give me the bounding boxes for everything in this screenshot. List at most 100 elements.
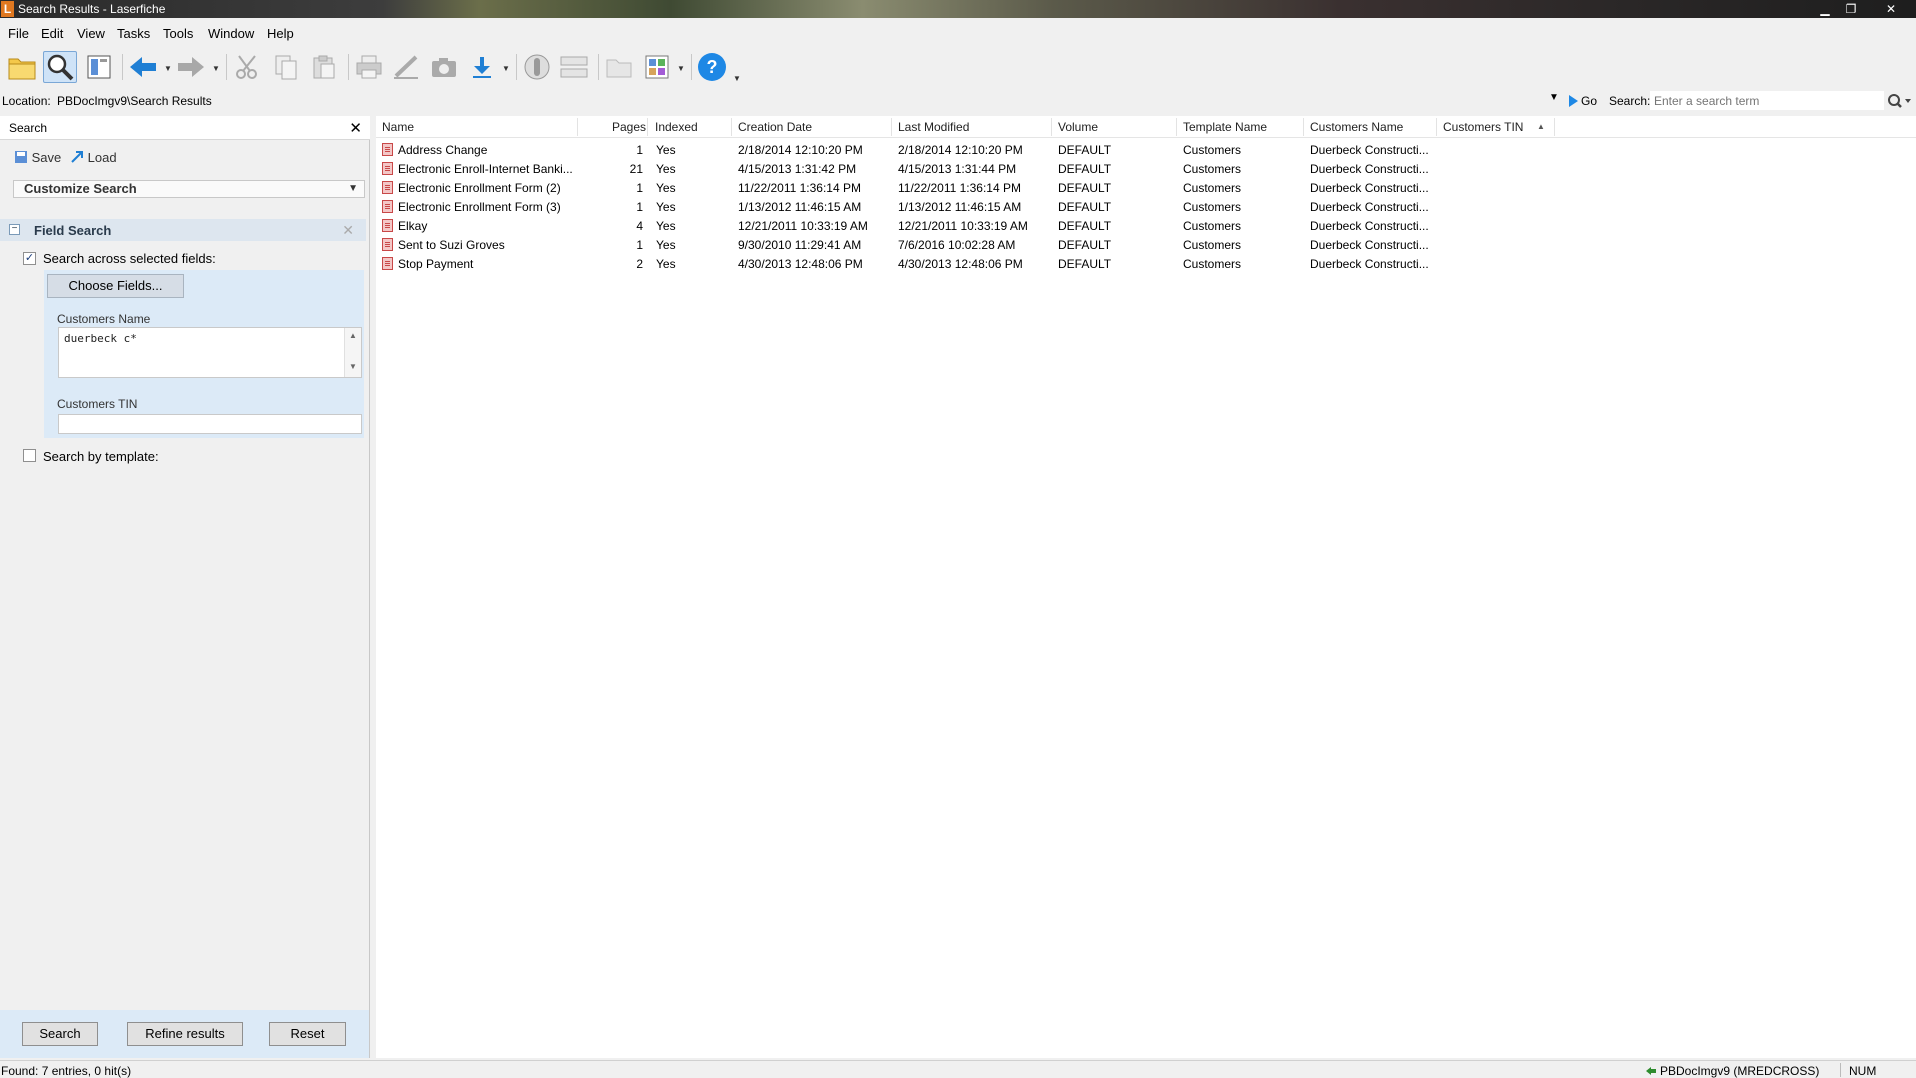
textarea-scrollbar[interactable]: ▲ ▼	[344, 328, 361, 377]
table-row[interactable]: Electronic Enroll-Internet Banki... 21 Y…	[376, 159, 1916, 178]
refine-results-button[interactable]: Refine results	[127, 1022, 243, 1046]
sort-ascending-icon: ▲	[1537, 122, 1545, 131]
load-search-icon	[71, 151, 83, 163]
location-path[interactable]: PBDocImgv9\Search Results	[57, 94, 212, 108]
cell-template-name: Customers	[1183, 238, 1242, 252]
thumbnails-icon[interactable]	[557, 51, 591, 83]
cut-icon[interactable]	[231, 51, 265, 83]
field-search-title: Field Search	[34, 223, 112, 238]
save-search-button[interactable]: Save	[14, 150, 61, 165]
pen-icon[interactable]	[389, 51, 423, 83]
menu-edit[interactable]: Edit	[41, 26, 63, 41]
new-folder-icon[interactable]	[602, 51, 636, 83]
browse-pane-icon[interactable]	[82, 51, 116, 83]
customers-tin-input[interactable]	[58, 414, 362, 434]
help-icon[interactable]: ?	[695, 51, 729, 83]
camera-icon[interactable]	[427, 51, 461, 83]
load-search-button[interactable]: Load	[70, 150, 117, 165]
reset-button[interactable]: Reset	[269, 1022, 346, 1046]
choose-fields-button[interactable]: Choose Fields...	[47, 274, 184, 298]
paste-icon[interactable]	[307, 51, 341, 83]
column-header-last-modified[interactable]: Last Modified	[898, 120, 969, 134]
back-arrow-icon[interactable]	[126, 51, 160, 83]
table-row[interactable]: Elkay 4 Yes 12/21/2011 10:33:19 AM 12/21…	[376, 216, 1916, 235]
document-icon	[382, 181, 393, 194]
back-dropdown-icon[interactable]: ▼	[164, 64, 172, 73]
magnifier-icon[interactable]	[1887, 93, 1913, 112]
column-header-name[interactable]: Name	[382, 120, 414, 134]
cell-pages: 1	[636, 181, 643, 195]
customize-search-dropdown[interactable]: Customize Search ▼	[13, 180, 365, 198]
forward-arrow-icon[interactable]	[174, 51, 208, 83]
restore-button[interactable]: ❐	[1838, 0, 1864, 18]
search-button[interactable]: Search	[22, 1022, 98, 1046]
download-dropdown-icon[interactable]: ▼	[502, 64, 510, 73]
menu-file[interactable]: File	[8, 26, 29, 41]
field-search-header: − Field Search ✕	[0, 219, 366, 241]
menu-window[interactable]: Window	[208, 26, 254, 41]
table-row[interactable]: Electronic Enrollment Form (3) 1 Yes 1/1…	[376, 197, 1916, 216]
column-header-customers-tin[interactable]: Customers TIN	[1443, 120, 1523, 134]
table-row[interactable]: Stop Payment 2 Yes 4/30/2013 12:48:06 PM…	[376, 254, 1916, 273]
print-icon[interactable]	[352, 51, 386, 83]
column-divider[interactable]	[1051, 118, 1052, 136]
cell-indexed: Yes	[656, 257, 676, 271]
cell-customers-name: Duerbeck Constructi...	[1310, 219, 1429, 233]
num-lock-indicator: NUM	[1849, 1064, 1877, 1078]
open-folder-icon[interactable]	[5, 51, 39, 83]
search-by-template-checkbox[interactable]	[23, 449, 36, 462]
menu-tasks[interactable]: Tasks	[117, 26, 150, 41]
help-dropdown-icon[interactable]: ▼	[733, 74, 741, 83]
column-divider[interactable]	[1554, 118, 1555, 136]
window-title: Search Results - Laserfiche	[18, 2, 166, 16]
search-pane-title: Search	[9, 121, 48, 135]
column-divider[interactable]	[577, 118, 578, 136]
column-header-pages[interactable]: Pages	[612, 120, 646, 134]
column-header-customers-name[interactable]: Customers Name	[1310, 120, 1403, 134]
column-header-template-name[interactable]: Template Name	[1183, 120, 1267, 134]
table-row[interactable]: Sent to Suzi Groves 1 Yes 9/30/2010 11:2…	[376, 235, 1916, 254]
view-mode-icon[interactable]	[640, 51, 674, 83]
forward-dropdown-icon[interactable]: ▼	[212, 64, 220, 73]
toolbar-separator	[122, 54, 123, 80]
column-divider[interactable]	[1176, 118, 1177, 136]
cell-name: Address Change	[398, 143, 488, 157]
column-header-creation-date[interactable]: Creation Date	[738, 120, 812, 134]
column-divider[interactable]	[731, 118, 732, 136]
menu-help[interactable]: Help	[267, 26, 294, 41]
column-header-volume[interactable]: Volume	[1058, 120, 1098, 134]
close-window-button[interactable]: ✕	[1878, 0, 1904, 18]
table-row[interactable]: Electronic Enrollment Form (2) 1 Yes 11/…	[376, 178, 1916, 197]
cell-last-modified: 2/18/2014 12:10:20 PM	[898, 143, 1023, 157]
location-dropdown-icon[interactable]: ▼	[1549, 92, 1559, 103]
column-divider[interactable]	[891, 118, 892, 136]
cell-name: Stop Payment	[398, 257, 474, 271]
cell-name: Sent to Suzi Groves	[398, 238, 505, 252]
menu-view[interactable]: View	[77, 26, 105, 41]
go-button[interactable]: Go	[1569, 94, 1597, 108]
column-divider[interactable]	[1436, 118, 1437, 136]
remove-criteria-icon[interactable]: ✕	[342, 222, 354, 239]
view-mode-dropdown-icon[interactable]: ▼	[677, 64, 685, 73]
close-pane-icon[interactable]: ✕	[349, 119, 362, 137]
menu-bar: File Edit View Tasks Tools Window Help	[0, 22, 1916, 44]
zoom-icon[interactable]	[520, 51, 554, 83]
table-row[interactable]: Address Change 1 Yes 2/18/2014 12:10:20 …	[376, 140, 1916, 159]
collapse-toggle-icon[interactable]: −	[9, 224, 20, 235]
search-across-checkbox[interactable]: ✓	[23, 252, 36, 265]
repository-name: PBDocImgv9 (MREDCROSS)	[1660, 1064, 1820, 1078]
download-icon[interactable]	[465, 51, 499, 83]
search-icon[interactable]	[43, 51, 77, 83]
copy-icon[interactable]	[269, 51, 303, 83]
column-divider[interactable]	[1303, 118, 1304, 136]
quick-search-input[interactable]	[1650, 91, 1884, 110]
column-divider[interactable]	[647, 118, 648, 136]
cell-template-name: Customers	[1183, 143, 1242, 157]
minimize-button[interactable]: ▁	[1812, 0, 1838, 18]
document-icon	[382, 143, 393, 156]
column-header-indexed[interactable]: Indexed	[655, 120, 698, 134]
customers-name-input[interactable]: duerbeck c*	[58, 327, 362, 378]
menu-tools[interactable]: Tools	[163, 26, 193, 41]
repository-connection: PBDocImgv9 (MREDCROSS)	[1646, 1064, 1819, 1078]
connection-arrow-icon	[1646, 1067, 1656, 1075]
